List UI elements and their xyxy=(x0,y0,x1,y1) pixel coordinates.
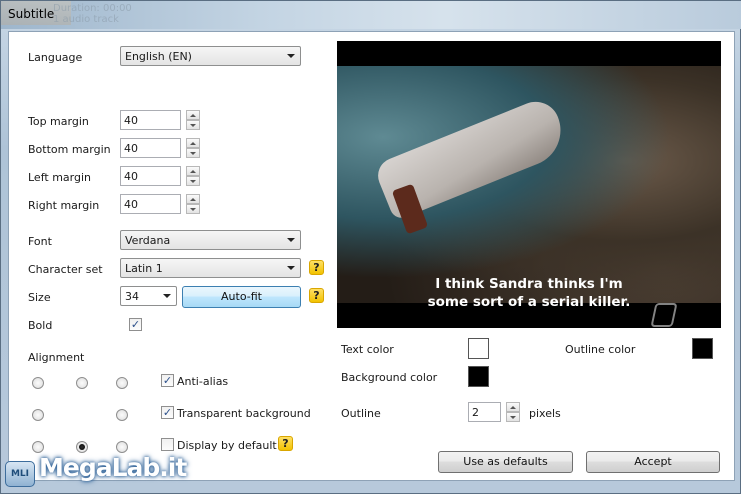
anti-alias-checkbox[interactable]: ✓ xyxy=(161,374,174,387)
chevron-down-icon xyxy=(287,266,295,270)
chevron-down-icon xyxy=(163,294,171,298)
language-value: English (EN) xyxy=(125,50,192,63)
align-top-left-radio[interactable] xyxy=(32,377,44,389)
display-default-help-icon[interactable]: ? xyxy=(278,436,293,451)
font-select[interactable]: Verdana xyxy=(120,230,301,250)
top-margin-label: Top margin xyxy=(28,115,89,128)
font-value: Verdana xyxy=(125,234,171,247)
use-as-defaults-button[interactable]: Use as defaults xyxy=(438,451,573,473)
alignment-label: Alignment xyxy=(28,351,85,364)
language-select[interactable]: English (EN) xyxy=(120,46,301,66)
spin-down-icon[interactable] xyxy=(186,120,200,130)
subtitle-line-1: I think Sandra thinks I'm xyxy=(435,276,623,292)
chevron-down-icon xyxy=(287,54,295,58)
background-color-swatch[interactable] xyxy=(468,366,489,387)
spin-up-icon[interactable] xyxy=(186,138,200,148)
spin-up-icon[interactable] xyxy=(186,166,200,176)
spin-up-icon[interactable] xyxy=(186,194,200,204)
anti-alias-label: Anti-alias xyxy=(177,375,229,388)
spin-down-icon[interactable] xyxy=(186,204,200,214)
spin-down-icon[interactable] xyxy=(186,148,200,158)
subtitle-line-2: some sort of a serial killer. xyxy=(427,294,631,310)
dialog-client-area: Language English (EN) Top margin 40 Bott… xyxy=(8,31,735,481)
size-value: 34 xyxy=(125,290,139,303)
charset-help-icon[interactable]: ? xyxy=(309,260,324,275)
outline-unit-label: pixels xyxy=(529,407,561,420)
right-margin-spinner[interactable] xyxy=(186,194,200,214)
preview-scene-image xyxy=(337,66,721,327)
bottom-margin-spinner[interactable] xyxy=(186,138,200,158)
align-middle-right-radio[interactable] xyxy=(116,409,128,421)
bottom-margin-label: Bottom margin xyxy=(28,143,111,156)
align-bottom-right-radio[interactable] xyxy=(116,441,128,453)
align-top-center-radio[interactable] xyxy=(76,377,88,389)
dialog-window: Duration: 00:00 1 audio track Subtitle L… xyxy=(0,0,741,494)
ghost-line-1: Duration: 00:00 xyxy=(53,3,132,14)
outline-color-swatch[interactable] xyxy=(692,338,713,359)
spin-down-icon[interactable] xyxy=(186,176,200,186)
display-by-default-checkbox[interactable] xyxy=(161,438,174,451)
align-top-right-radio[interactable] xyxy=(116,377,128,389)
left-margin-spinner[interactable] xyxy=(186,166,200,186)
right-margin-label: Right margin xyxy=(28,199,100,212)
outline-color-label: Outline color xyxy=(565,343,636,356)
top-margin-spinner[interactable] xyxy=(186,110,200,130)
watermark-logo-icon: MLI xyxy=(5,461,35,487)
accept-button[interactable]: Accept xyxy=(586,451,720,473)
text-color-swatch[interactable] xyxy=(468,338,489,359)
size-combo[interactable]: 34 xyxy=(120,286,177,306)
bold-checkbox[interactable]: ✓ xyxy=(129,318,142,331)
window-title: Subtitle xyxy=(8,7,55,21)
text-color-label: Text color xyxy=(341,343,394,356)
left-margin-label: Left margin xyxy=(28,171,91,184)
display-by-default-label: Display by default xyxy=(177,439,277,452)
right-margin-input[interactable]: 40 xyxy=(120,194,181,214)
charset-select[interactable]: Latin 1 xyxy=(120,258,301,278)
transparent-background-checkbox[interactable]: ✓ xyxy=(161,406,174,419)
chevron-down-icon xyxy=(287,238,295,242)
video-preview: I think Sandra thinks I'm some sort of a… xyxy=(337,41,721,328)
ghost-line-2: 1 audio track xyxy=(53,14,119,25)
bold-label: Bold xyxy=(28,319,53,332)
background-color-label: Background color xyxy=(341,371,438,384)
bottom-margin-input[interactable]: 40 xyxy=(120,138,181,158)
charset-value: Latin 1 xyxy=(125,262,163,275)
title-bar[interactable]: Duration: 00:00 1 audio track Subtitle xyxy=(1,1,741,29)
outline-label: Outline xyxy=(341,407,381,420)
align-bottom-center-radio[interactable] xyxy=(76,441,88,453)
size-help-icon[interactable]: ? xyxy=(309,288,324,303)
spin-up-icon[interactable] xyxy=(186,110,200,120)
font-label: Font xyxy=(28,235,52,248)
size-label: Size xyxy=(28,291,51,304)
watermark-text: MegaLab.it xyxy=(39,453,187,482)
background-ghost-text: Duration: 00:00 1 audio track xyxy=(53,3,132,25)
align-middle-left-radio[interactable] xyxy=(32,409,44,421)
outline-spinner[interactable] xyxy=(506,402,520,422)
align-bottom-left-radio[interactable] xyxy=(32,441,44,453)
spin-up-icon[interactable] xyxy=(506,402,520,412)
subtitle-preview-text: I think Sandra thinks I'm some sort of a… xyxy=(337,275,721,311)
charset-label: Character set xyxy=(28,263,103,276)
autofit-button[interactable]: Auto-fit xyxy=(182,286,301,308)
transparent-background-label: Transparent background xyxy=(177,407,311,420)
left-margin-input[interactable]: 40 xyxy=(120,166,181,186)
outline-input[interactable]: 2 xyxy=(468,402,501,422)
top-margin-input[interactable]: 40 xyxy=(120,110,181,130)
spin-down-icon[interactable] xyxy=(506,412,520,422)
language-label: Language xyxy=(28,51,83,64)
